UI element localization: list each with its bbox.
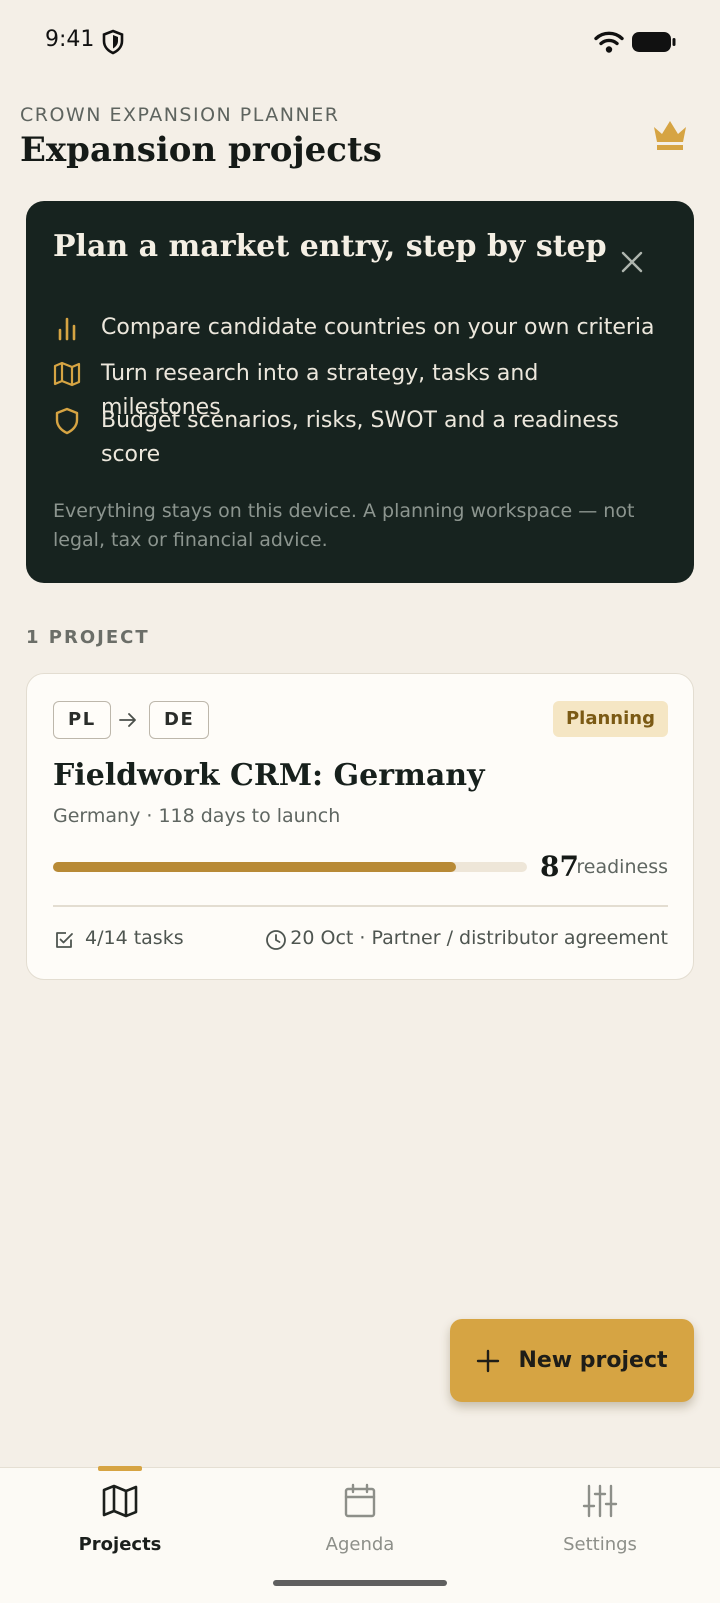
- nav-item-projects[interactable]: Projects: [0, 1466, 240, 1568]
- new-project-button[interactable]: New project: [450, 1319, 694, 1402]
- feature-budget: Budget scenarios, risks, SWOT and a read…: [52, 404, 662, 472]
- page-title: Expansion projects: [20, 130, 382, 170]
- checkbox-icon: [56, 932, 73, 948]
- next-milestone: 20 Oct · Partner / distributor agreement: [290, 927, 668, 949]
- project-name: Fieldwork CRM: Germany: [53, 758, 485, 793]
- new-project-label: New project: [518, 1348, 668, 1373]
- tasks-count: 4/14 tasks: [85, 927, 184, 949]
- status-badge: Planning: [552, 701, 668, 737]
- readiness-progress-fill: [53, 862, 456, 872]
- project-count-label: 1 PROJECT: [26, 627, 150, 648]
- nav-label-projects: Projects: [78, 1534, 162, 1555]
- arrow-right-icon: [119, 713, 136, 727]
- map-icon: [102, 1484, 138, 1518]
- project-card[interactable]: PL DE Planning Fieldwork CRM: Germany Ge…: [26, 673, 694, 980]
- clock-icon: [266, 930, 286, 950]
- map-icon: [53, 361, 81, 387]
- active-tab-indicator: [98, 1466, 142, 1471]
- readiness-progress-bar: [53, 862, 527, 872]
- bar-chart-icon: [58, 317, 76, 341]
- nav-label-agenda: Agenda: [325, 1534, 395, 1555]
- nav-item-agenda[interactable]: Agenda: [240, 1468, 480, 1568]
- status-bar: 9:41: [0, 0, 720, 84]
- plus-icon: [477, 1349, 500, 1372]
- status-time: 9:41: [45, 27, 95, 52]
- privacy-note: Everything stays on this device. A plann…: [53, 500, 635, 551]
- feature-compare: Compare candidate countries on your own …: [52, 311, 662, 345]
- app-eyebrow: CROWN EXPANSION PLANNER: [20, 104, 340, 126]
- origin-country-chip: PL: [53, 701, 111, 739]
- readiness-label: readiness: [576, 856, 668, 878]
- sliders-icon: [582, 1484, 618, 1518]
- calendar-icon: [344, 1483, 376, 1518]
- intro-card: Plan a market entry, step by step Compar…: [26, 201, 694, 583]
- home-indicator[interactable]: [273, 1580, 447, 1586]
- divider: [53, 905, 668, 907]
- nav-item-settings[interactable]: Settings: [480, 1468, 720, 1568]
- feature-text: Budget scenarios, risks, SWOT and a read…: [101, 408, 619, 467]
- intro-title: Plan a market entry, step by step: [53, 229, 607, 264]
- feature-text: Compare candidate countries on your own …: [101, 315, 655, 340]
- privacy-shield-icon: [102, 29, 124, 55]
- shield-icon: [55, 407, 79, 435]
- project-subtitle: Germany · 118 days to launch: [53, 805, 341, 827]
- readiness-score: 87: [540, 850, 579, 883]
- close-icon[interactable]: [617, 247, 647, 277]
- battery-icon: [632, 32, 676, 52]
- crown-icon[interactable]: [651, 118, 689, 152]
- target-country-chip: DE: [149, 701, 210, 739]
- wifi-icon: [594, 31, 624, 53]
- nav-label-settings: Settings: [563, 1534, 637, 1555]
